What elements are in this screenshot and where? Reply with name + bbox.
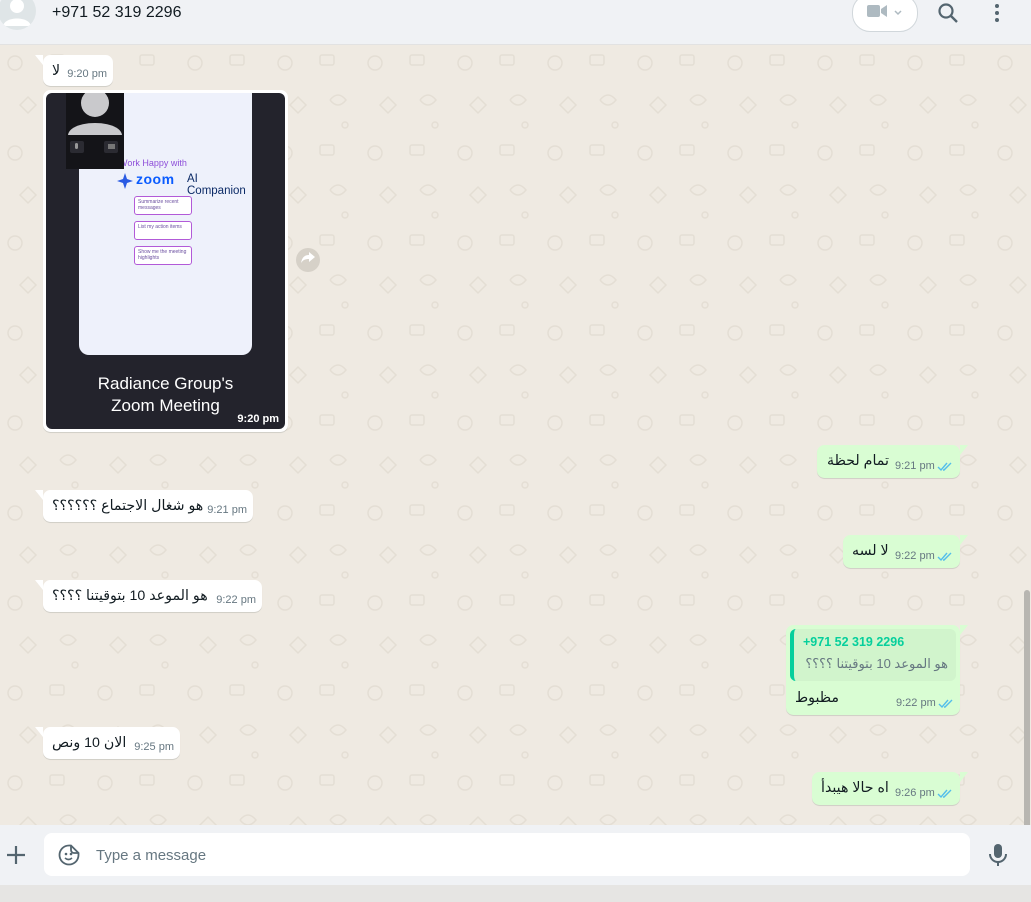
bubble-tail [960,445,968,455]
message-image[interactable]: Work Happy with zoom AI Companion Summar… [43,90,288,432]
read-ticks-icon [938,699,953,709]
bubble-tail [960,535,968,545]
screen-chip: List my action items [134,221,192,240]
plus-icon [5,846,27,870]
bubble-tail [960,625,968,635]
message-outgoing[interactable]: اه حالا هيبدأ 9:26 pm [812,772,968,805]
message-outgoing[interactable]: تمام لحظة 9:21 pm [817,445,968,478]
message-time: 9:25 pm [134,741,174,753]
chat-area: لا 9:20 pm Work Happy with zoom AI Compa… [0,45,1031,825]
read-ticks-icon [937,552,952,562]
screen-zoom-logo: zoom [136,171,175,187]
message-incoming[interactable]: الان 10 ونص 9:25 pm [35,727,180,759]
message-text: مظبوط [795,690,839,706]
sparkle-icon [117,173,133,194]
video-call-icon [867,4,887,23]
bubble-tail [35,580,43,590]
message-text: لا لسه [852,543,889,559]
image-preview[interactable]: Work Happy with zoom AI Companion Summar… [46,93,285,429]
search-icon[interactable] [937,2,959,24]
message-text: اه حالا هيبدأ [821,780,889,796]
menu-icon[interactable] [986,2,1008,24]
emoji-sticker-icon [58,844,80,870]
message-text: هو الموعد 10 بتوقيتنا ؟؟؟؟ [52,588,208,604]
quoted-message[interactable]: +971 52 319 2296 هو الموعد 10 بتوقيتنا ؟… [790,629,956,681]
chat-header: +971 52 319 2296 [0,0,1031,45]
emoji-button[interactable] [58,844,80,866]
screen-work-text: Work Happy with [119,158,187,168]
message-time: 9:26 pm [895,787,935,799]
image-caption: Radiance Group's Zoom Meeting [46,373,285,417]
screen-ai-text: AI Companion [187,173,246,197]
read-ticks-icon [937,789,952,799]
message-time: 9:21 pm [207,504,247,516]
message-text: الان 10 ونص [52,735,127,751]
forward-icon [301,251,315,269]
chevron-down-icon [893,4,903,22]
message-incoming[interactable]: هو الموعد 10 بتوقيتنا ؟؟؟؟ 9:22 pm [35,580,262,612]
message-text: هو شغال الاجتماع ؟؟؟؟؟؟ [52,498,204,514]
voice-record-button[interactable] [987,843,1009,867]
video-call-button[interactable] [852,0,918,32]
message-input[interactable] [94,833,958,878]
bubble-tail [35,727,43,737]
composer-bar [0,825,1031,885]
microphone-icon [987,844,1009,871]
message-input-box[interactable] [44,833,970,878]
message-time: 9:20 pm [67,68,107,80]
message-time: 9:20 pm [237,413,279,425]
bubble-tail [960,772,968,782]
message-time: 9:22 pm [896,697,936,709]
message-time: 9:22 pm [895,550,935,562]
attach-button[interactable] [5,844,27,866]
forward-button[interactable] [296,248,320,272]
message-outgoing-reply[interactable]: +971 52 319 2296 هو الموعد 10 بتوقيتنا ؟… [786,625,968,715]
avatar[interactable] [0,0,36,30]
message-incoming[interactable]: هو شغال الاجتماع ؟؟؟؟؟؟ 9:21 pm [35,490,253,522]
window-bottom-strip [0,885,1031,902]
message-text: تمام لحظة [827,453,889,469]
bubble-tail [35,490,43,500]
quoted-text: هو الموعد 10 بتوقيتنا ؟؟؟؟ [805,656,948,671]
message-outgoing[interactable]: لا لسه 9:22 pm [843,535,968,568]
message-time: 9:21 pm [895,460,935,472]
video-thumbnail [66,93,124,169]
read-ticks-icon [937,462,952,472]
screen-chip: Show me the meeting highlights [134,246,192,265]
quoted-sender: +971 52 319 2296 [803,635,905,649]
caption-line-1: Radiance Group's [97,374,234,393]
message-text: لا [52,63,61,79]
bubble-tail [35,55,43,65]
contact-name[interactable]: +971 52 319 2296 [52,4,181,22]
scrollbar[interactable] [1024,590,1030,825]
message-time: 9:22 pm [216,594,256,606]
screen-chip: Summarize recent messages [134,196,192,215]
message-incoming[interactable]: لا 9:20 pm [35,55,113,86]
